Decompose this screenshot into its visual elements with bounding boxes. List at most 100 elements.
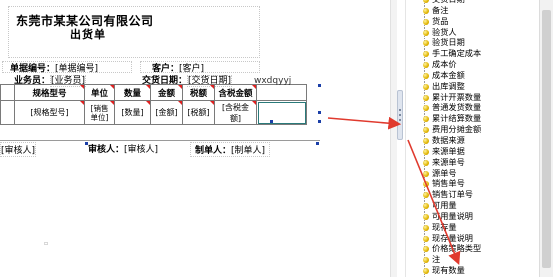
field-list-item[interactable]: 费用分摊金额 [406,124,539,136]
report-canvas[interactable]: 东莞市某某公司有限公司 出货单 单据编号：[单据编号] 客户：[客户] 业务员：… [0,0,390,277]
field-list-label: 费用分摊金额 [432,124,482,135]
field-list-label: 交货日期 [432,0,465,4]
field-list-item[interactable]: 验货人 [406,27,539,39]
field-list-item[interactable]: 可用量说明 [406,210,539,223]
data-cell-spec[interactable]: [规格型号] [14,100,85,125]
field-list-label: 成本价 [432,59,457,70]
creator-label: 制单人： [195,146,232,156]
header-cell-extra[interactable] [256,84,307,101]
field-icon [423,192,429,199]
field-panel[interactable]: 交货日期备注货品验货人验货日期手工确定成本成本价成本金额出库调整累计开票数量普通… [405,0,539,277]
selected-cell[interactable] [256,100,307,125]
field-icon [423,83,429,90]
data-cell-tax[interactable]: [税额] [182,100,215,125]
field-list-item[interactable]: 累计结算数量 [406,113,539,126]
data-cell-amount[interactable]: [金额] [150,100,183,125]
scrollbar-thumb[interactable] [542,10,551,268]
field-list-item[interactable]: 销售单号 [406,178,539,191]
field-list-label: 来源单号 [432,156,465,167]
creator-value: [制单人] [231,146,266,156]
header-cell-qty[interactable]: 数量 [114,84,151,101]
field-list-item[interactable]: 注 [406,254,539,267]
reviewer-label: 审核人： [88,145,125,155]
field-list-item[interactable]: 现有数量 [406,265,539,277]
field-list-item[interactable]: 成本价 [406,59,539,71]
field-icon [423,29,429,36]
floating-text[interactable]: wxdqyyj [254,76,291,86]
field-list-item[interactable]: 可用量 [406,200,539,212]
selection-handle[interactable] [316,142,319,145]
field-list-item[interactable]: 手工确定成本 [406,48,539,61]
field-list-item[interactable]: 累计开票数量 [406,92,539,104]
field-icon [423,40,429,47]
field-list-label: 可用量说明 [432,210,473,221]
data-cell-unit[interactable]: [销售单位] [84,100,115,125]
field-list-label: 累计结算数量 [432,113,482,124]
field-icon [423,224,429,231]
header-cell-blank[interactable] [0,84,15,101]
data-cell-taxed-amount[interactable]: [含税金额] [214,100,257,125]
report-subtitle[interactable]: 出货单 [70,26,106,42]
field-list-item[interactable]: 备注 [406,4,539,17]
field-icon [423,235,429,242]
field-icon [423,213,429,220]
header-cell-spec[interactable]: 规格型号 [14,84,85,101]
selection-handle[interactable] [318,120,321,123]
header-cell-tax[interactable]: 税额 [182,84,215,101]
data-cell-qty[interactable]: [数量] [114,100,151,125]
data-cell-blank[interactable] [0,100,15,125]
field-list-label: 货品 [432,15,449,26]
header-cell-amount[interactable]: 金额 [150,84,183,101]
detail-table[interactable]: 规格型号 单位 数量 金额 税额 含税金额 [规格型号] [销售单位] [数量]… [0,84,307,125]
anchor-mark: ▫ [44,240,49,247]
footer-reviewer-2[interactable]: 审核人：[审核人] [88,142,158,155]
field-list-label: 普通发货数量 [432,102,482,113]
field-icon [423,72,429,79]
header-cell-unit[interactable]: 单位 [84,84,115,101]
field-list-label: 现存量 [432,221,457,232]
field-list-item[interactable]: 价格策略类型 [406,243,539,256]
field-list-item[interactable]: 现存量说明 [406,233,539,245]
field-list-label: 手工确定成本 [432,48,482,59]
field-icon [423,137,429,144]
field-icon [423,105,429,112]
field-list-item[interactable]: 源单号 [406,168,539,180]
field-icon [423,94,429,101]
field-list-item[interactable]: 现存量 [406,221,539,234]
footer-reviewer-1[interactable]: [审核人] [0,142,37,157]
table-header-row: 规格型号 单位 数量 金额 税额 含税金额 [0,84,307,101]
field-icon [423,257,429,264]
vertical-scrollbar[interactable] [539,0,553,277]
field-list-label: 出库调整 [432,80,465,91]
field-icon [423,159,429,166]
selection-handle[interactable] [318,84,321,87]
field-icon [423,170,429,177]
field-list-label: 备注 [432,4,449,15]
field-list-label: 销售订单号 [432,189,473,200]
field-list-item[interactable]: 货品 [406,15,539,28]
field-icon [423,181,429,188]
field-list-label: 成本金额 [432,69,465,80]
field-list-item[interactable]: 数据来源 [406,135,539,147]
field-list-item[interactable]: 来源单据 [406,146,539,158]
field-list-item[interactable]: 出库调整 [406,80,539,93]
splitter-handle[interactable] [397,90,403,140]
field-list-label: 可用量 [432,200,457,211]
field-list-item[interactable]: 普通发货数量 [406,102,539,115]
field-list-item[interactable]: 来源单号 [406,156,539,169]
field-list-label: 注 [432,254,441,265]
header-cell-taxed-amount[interactable]: 含税金额 [214,84,257,101]
field-icon [423,18,429,25]
selection-handle[interactable] [85,142,88,145]
field-list-item[interactable]: 验货日期 [406,37,539,50]
selection-handle[interactable] [318,111,321,114]
field-icon [423,246,429,253]
selection-handle[interactable] [270,120,273,123]
field-icon [423,116,429,123]
footer-creator[interactable]: 制单人：[制单人] [190,142,271,157]
panel-gutter [390,0,397,277]
field-list-item[interactable]: 成本金额 [406,69,539,82]
field-tree[interactable]: 交货日期备注货品验货人验货日期手工确定成本成本价成本金额出库调整累计开票数量普通… [406,0,539,277]
field-list-item[interactable]: 销售订单号 [406,189,539,202]
table-row: [规格型号] [销售单位] [数量] [金额] [税额] [含税金额] [0,100,307,125]
